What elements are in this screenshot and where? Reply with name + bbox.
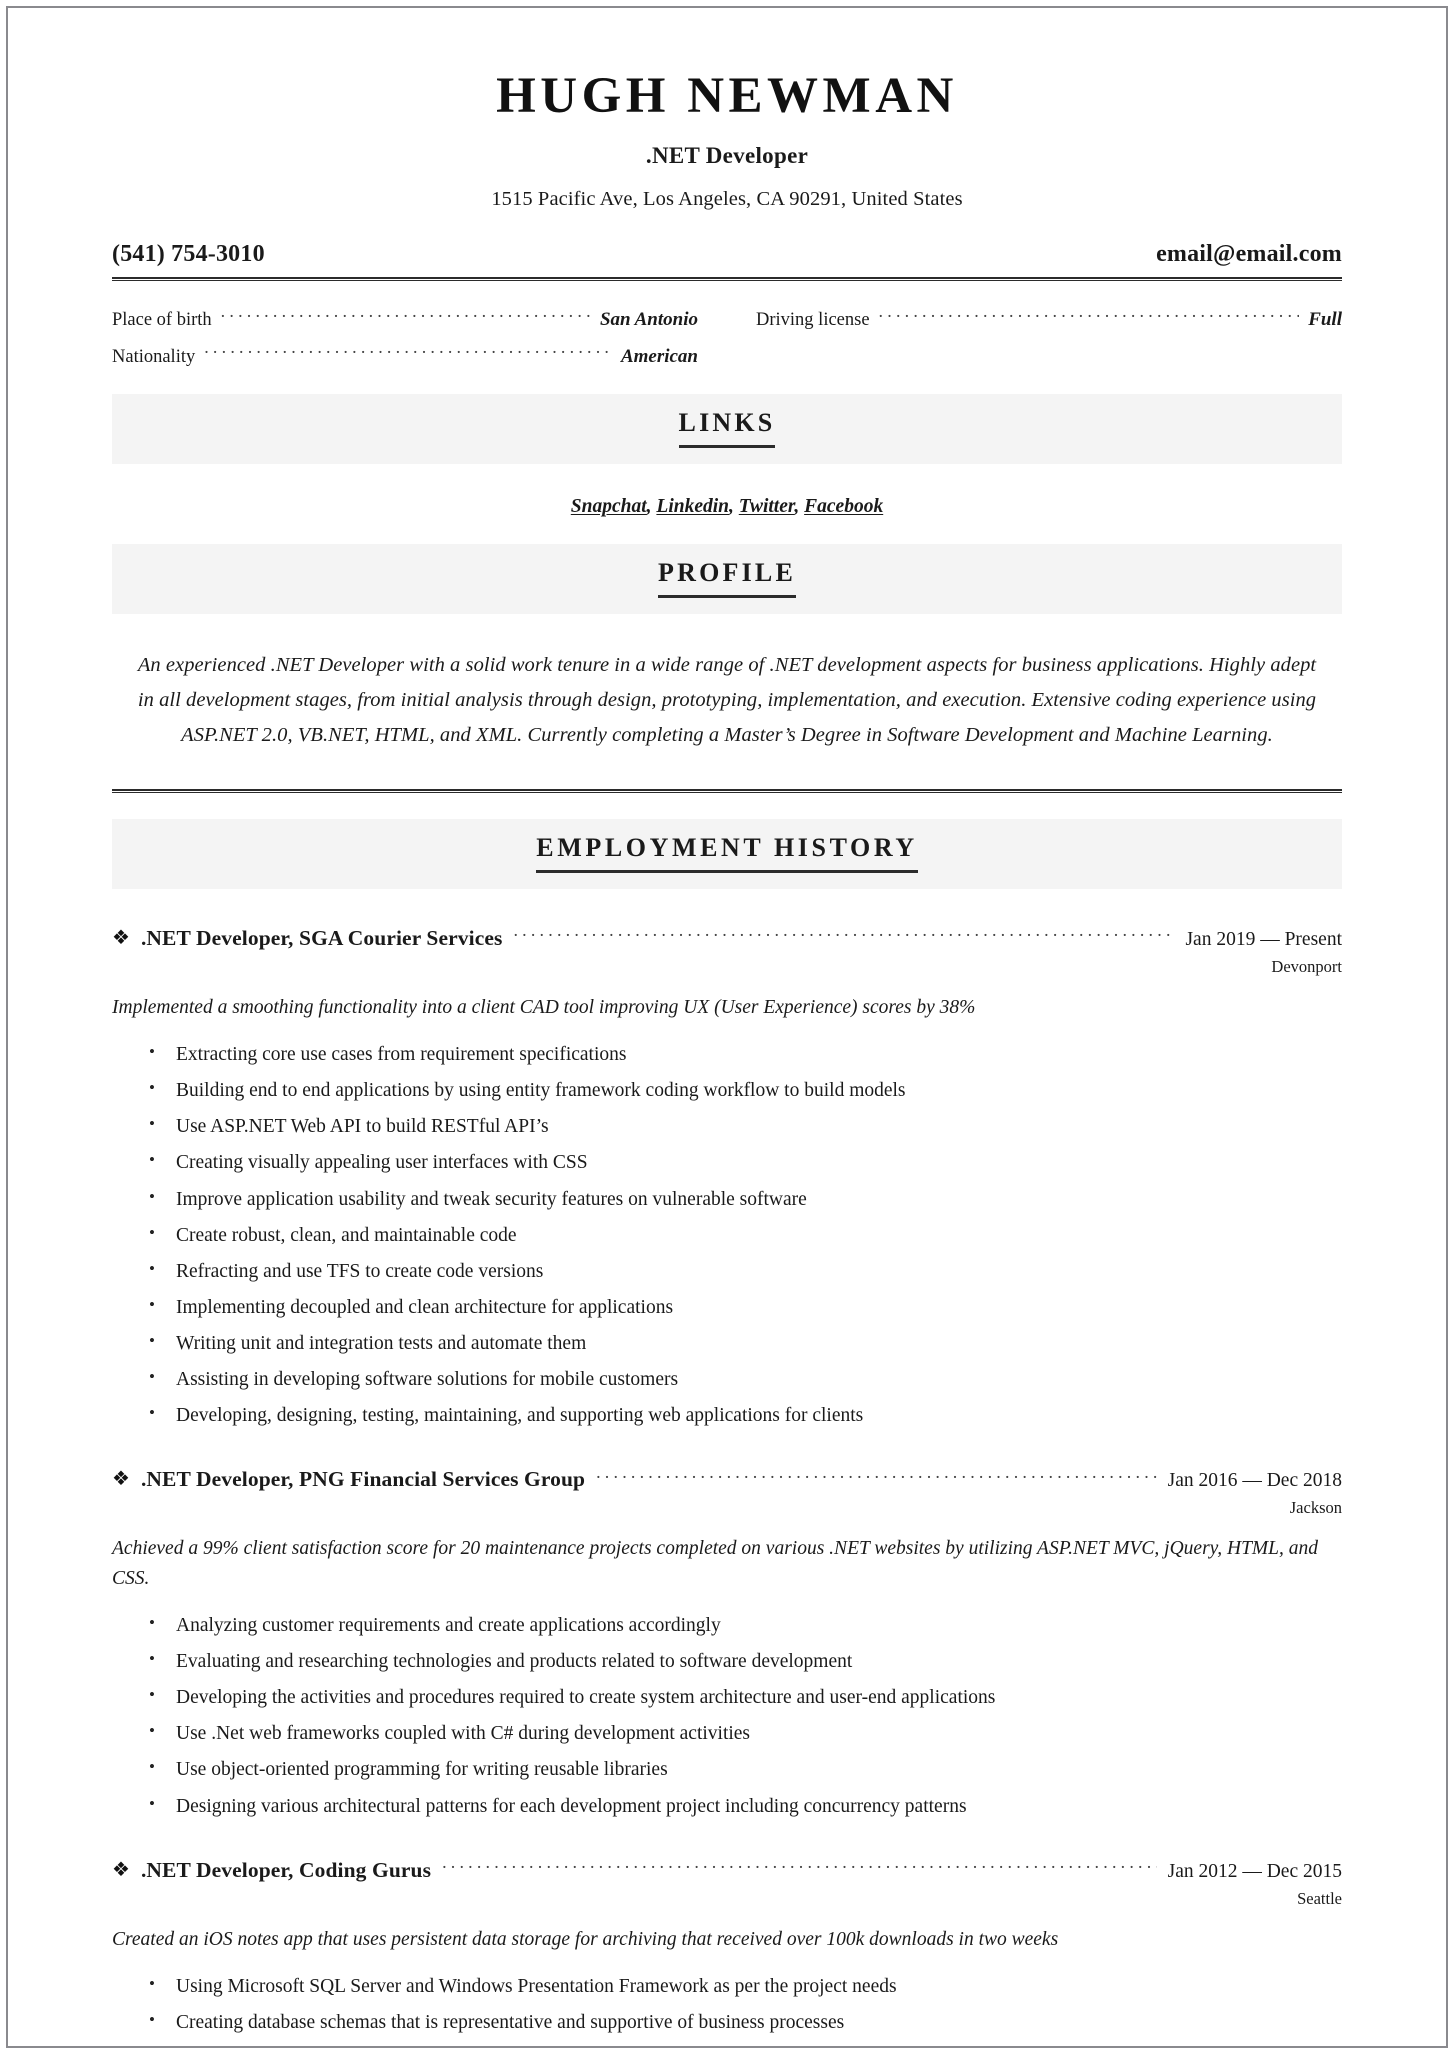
email-address[interactable]: email@email.com bbox=[1156, 241, 1342, 268]
detail-driving-license: Driving license Full bbox=[756, 307, 1342, 332]
section-title: LINKS bbox=[678, 408, 776, 448]
employment-job-title: .NET Developer, SGA Courier Services bbox=[140, 925, 503, 950]
link-snapchat[interactable]: Snapchat bbox=[571, 496, 647, 517]
profile-divider bbox=[112, 789, 1342, 794]
dotted-leader bbox=[596, 1465, 1157, 1487]
header-address: 1515 Pacific Ave, Los Angeles, CA 90291,… bbox=[491, 187, 963, 210]
employment-entry-header: ❖ .NET Developer, Coding Gurus Jan 2012 — … bbox=[112, 1855, 1342, 1883]
details-row-1: Place of birth San Antonio Driving licen… bbox=[112, 307, 1342, 332]
list-item: Developing, designing, testing, maintain… bbox=[142, 1400, 1342, 1431]
list-item: Creating visually appealing user interfa… bbox=[142, 1147, 1342, 1178]
detail-value: American bbox=[620, 345, 698, 367]
header-job-title: .NET Developer bbox=[645, 142, 809, 168]
links-list: Snapchat, Linkedin, Twitter, Facebook bbox=[112, 496, 1342, 518]
contact-row: (541) 754-3010 email@email.com bbox=[112, 241, 1342, 268]
employment-city: Jackson bbox=[1289, 1498, 1342, 1518]
employment-date-range: Jan 2012 — Dec 2015 bbox=[1167, 1860, 1342, 1882]
employment-responsibilities: Extracting core use cases from requireme… bbox=[112, 1039, 1342, 1431]
employment-summary: Created an iOS notes app that uses persi… bbox=[112, 1928, 1059, 1950]
dotted-leader bbox=[513, 923, 1174, 945]
quatrefoil-bullet-icon: ❖ bbox=[112, 1468, 130, 1491]
profile-text: An experienced .NET Developer with a sol… bbox=[137, 653, 1317, 747]
employment-date-range: Jan 2016 — Dec 2018 bbox=[1167, 1470, 1342, 1492]
list-item: Analyzing customer requirements and crea… bbox=[142, 1610, 1342, 1641]
employment-entry-header: ❖ .NET Developer, PNG Financial Services … bbox=[112, 1465, 1342, 1493]
details-row-2: Nationality American bbox=[112, 343, 1342, 368]
dotted-leader bbox=[442, 1855, 1157, 1877]
detail-place-of-birth: Place of birth San Antonio bbox=[112, 307, 698, 332]
list-item: Improve application usability and tweak … bbox=[142, 1184, 1342, 1215]
list-item: Creating database schemas that is repres… bbox=[142, 2007, 1342, 2038]
section-title: PROFILE bbox=[658, 558, 796, 598]
list-item: Designing various architectural patterns… bbox=[142, 1791, 1342, 1822]
employment-entry: ❖ .NET Developer, Coding Gurus Jan 2012 — … bbox=[112, 1855, 1342, 2046]
employment-entry: ❖ .NET Developer, SGA Courier Services Jan… bbox=[112, 923, 1342, 1431]
dotted-leader bbox=[204, 343, 612, 362]
list-item: Building end to end applications by usin… bbox=[142, 1075, 1342, 1106]
list-item: Use ASP.NET Web API to build RESTful API… bbox=[142, 1111, 1342, 1142]
detail-spacer bbox=[756, 343, 1342, 368]
link-linkedin[interactable]: Linkedin bbox=[656, 496, 729, 517]
detail-label: Driving license bbox=[756, 310, 870, 331]
list-item: Use object-oriented programming for writ… bbox=[142, 1754, 1342, 1785]
section-header-profile: PROFILE bbox=[112, 543, 1342, 614]
list-item: Using Microsoft SQL Server and Windows P… bbox=[142, 1971, 1342, 2002]
dotted-leader bbox=[221, 307, 591, 326]
resume-document: HUGH NEWMAN .NET Developer 1515 Pacific … bbox=[8, 8, 1446, 2046]
phone-number[interactable]: (541) 754-3010 bbox=[112, 241, 265, 268]
quatrefoil-bullet-icon: ❖ bbox=[112, 926, 130, 949]
detail-value: Full bbox=[1308, 309, 1342, 331]
detail-label: Nationality bbox=[112, 346, 196, 367]
link-facebook[interactable]: Facebook bbox=[804, 496, 883, 517]
link-separator: , bbox=[729, 495, 739, 517]
list-item: Use .Net web frameworks coupled with C# … bbox=[142, 1718, 1342, 1749]
employment-responsibilities: Analyzing customer requirements and crea… bbox=[112, 1610, 1342, 1822]
list-item: Developing the activities and procedures… bbox=[142, 1682, 1342, 1713]
employment-history-list: ❖ .NET Developer, SGA Courier Services Jan… bbox=[112, 923, 1342, 2046]
list-item: Extracting core use cases from requireme… bbox=[142, 1039, 1342, 1070]
list-item: Create robust, clean, and maintainable c… bbox=[142, 1220, 1342, 1251]
page-title: HUGH NEWMAN bbox=[496, 68, 958, 124]
header-divider bbox=[112, 276, 1342, 281]
employment-date-range: Jan 2019 — Present bbox=[1185, 928, 1342, 950]
section-header-employment-history: EMPLOYMENT HISTORY bbox=[112, 819, 1342, 890]
list-item: Implementing decoupled and clean archite… bbox=[142, 1292, 1342, 1323]
employment-job-title: .NET Developer, Coding Gurus bbox=[140, 1857, 432, 1882]
employment-summary: Implemented a smoothing functionality in… bbox=[112, 996, 976, 1018]
detail-nationality: Nationality American bbox=[112, 343, 698, 368]
section-header-links: LINKS bbox=[112, 393, 1342, 464]
list-item: Writing unit and integration tests and a… bbox=[142, 1328, 1342, 1359]
employment-job-title: .NET Developer, PNG Financial Services G… bbox=[140, 1467, 586, 1492]
section-title: EMPLOYMENT HISTORY bbox=[536, 833, 918, 874]
list-item: Implementing automated testing platforms… bbox=[142, 2043, 1342, 2046]
link-separator: , bbox=[646, 495, 657, 517]
employment-entry: ❖ .NET Developer, PNG Financial Services … bbox=[112, 1465, 1342, 1821]
list-item: Assisting in developing software solutio… bbox=[142, 1364, 1342, 1395]
dotted-leader bbox=[879, 307, 1300, 326]
detail-value: San Antonio bbox=[599, 309, 698, 331]
list-item: Refracting and use TFS to create code ve… bbox=[142, 1256, 1342, 1287]
employment-summary: Achieved a 99% client satisfaction score… bbox=[112, 1538, 1319, 1589]
link-separator: , bbox=[794, 495, 805, 517]
resume-page-frame: HUGH NEWMAN .NET Developer 1515 Pacific … bbox=[6, 6, 1448, 2048]
detail-label: Place of birth bbox=[112, 310, 212, 331]
quatrefoil-bullet-icon: ❖ bbox=[112, 1858, 130, 1881]
employment-city: Devonport bbox=[1271, 956, 1342, 976]
employment-responsibilities: Using Microsoft SQL Server and Windows P… bbox=[112, 1971, 1342, 2046]
employment-city: Seattle bbox=[1297, 1888, 1342, 1908]
link-twitter[interactable]: Twitter bbox=[739, 496, 795, 517]
personal-details: Place of birth San Antonio Driving licen… bbox=[112, 307, 1342, 368]
list-item: Evaluating and researching technologies … bbox=[142, 1646, 1342, 1677]
employment-entry-header: ❖ .NET Developer, SGA Courier Services Jan… bbox=[112, 923, 1342, 951]
